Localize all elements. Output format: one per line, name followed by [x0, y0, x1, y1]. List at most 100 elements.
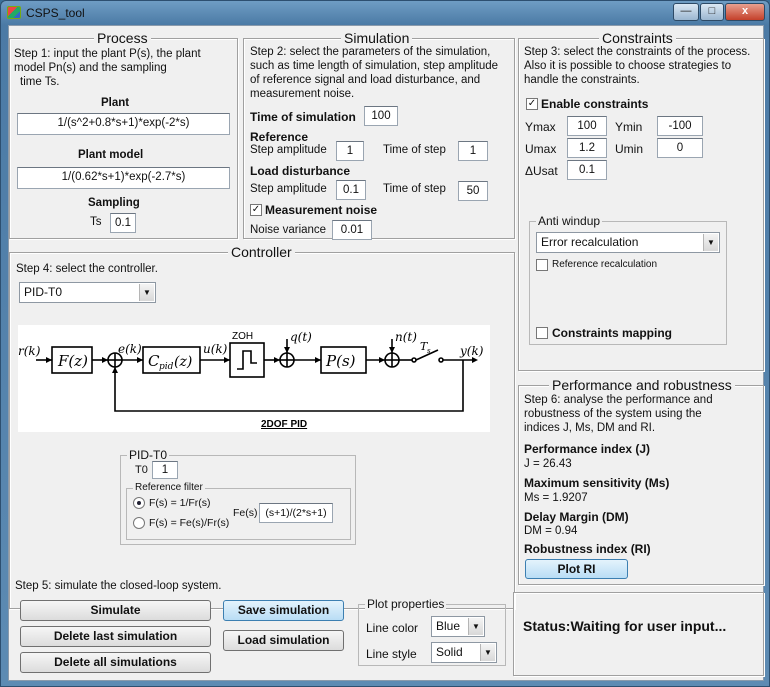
- line-color-select[interactable]: Blue ▼: [431, 616, 485, 637]
- diagram-caption: 2DOF PID: [261, 419, 307, 430]
- line-color-label: Line color: [366, 621, 419, 635]
- umax-input[interactable]: 1.2: [567, 138, 607, 158]
- umin-input[interactable]: 0: [657, 138, 703, 158]
- filter-option-2-label: F(s) = Fe(s)/Fr(s): [149, 517, 230, 529]
- step1-line1: Step 1: input the plant P(s), the plant: [14, 48, 201, 60]
- load-simulation-button[interactable]: Load simulation: [223, 630, 344, 651]
- step2-line4: measurement noise.: [250, 88, 355, 100]
- chevron-down-icon: ▼: [480, 644, 495, 661]
- window-title: CSPS_tool: [26, 6, 85, 20]
- pid-t0-group: PID-T0 T0 1 Reference filter F(s) = 1/Fr…: [120, 448, 356, 545]
- chevron-down-icon: ▼: [703, 234, 718, 251]
- enable-constraints-label: Enable constraints: [541, 97, 649, 111]
- robustness-index-title: Robustness index (RI): [524, 542, 651, 556]
- filter-option-2-radio[interactable]: [133, 517, 145, 529]
- step3-line1: Step 3: select the constraints of the pr…: [524, 46, 751, 58]
- step2-line3: of reference signal and load disturbance…: [250, 74, 481, 86]
- process-title: Process: [94, 30, 151, 46]
- ymax-label: Ymax: [525, 120, 556, 134]
- line-style-value: Solid: [436, 645, 463, 659]
- max-sensitivity-title: Maximum sensitivity (Ms): [524, 476, 670, 490]
- constraints-mapping-checkbox[interactable]: [536, 327, 548, 339]
- measurement-noise-checkbox[interactable]: ✓: [250, 204, 262, 216]
- ymin-label: Ymin: [615, 120, 643, 134]
- ref-step-amplitude-input[interactable]: 1: [336, 141, 364, 161]
- performance-title: Performance and robustness: [549, 377, 735, 393]
- ymax-input[interactable]: 100: [567, 116, 607, 136]
- signal-n: n(t): [395, 330, 417, 344]
- delete-last-simulation-button[interactable]: Delete last simulation: [20, 626, 211, 647]
- step1-line2: model Pn(s) and the sampling: [14, 62, 167, 74]
- status-panel: Status:Waiting for user input...: [513, 592, 764, 676]
- filter-option-1-radio[interactable]: [133, 497, 145, 509]
- line-style-select[interactable]: Solid ▼: [431, 642, 497, 663]
- constraints-mapping-label: Constraints mapping: [552, 326, 673, 340]
- signal-r: r(k): [18, 344, 41, 358]
- ymin-input[interactable]: -100: [657, 116, 703, 136]
- anti-windup-group: Anti windup Error recalculation ▼ Refere…: [529, 214, 727, 345]
- dusat-input[interactable]: 0.1: [567, 160, 607, 180]
- block-c-arg: (z): [174, 354, 192, 370]
- step3-line2: Also it is possible to choose strategies…: [524, 60, 732, 72]
- reference-label: Reference: [250, 130, 309, 144]
- dusat-label: ΔUsat: [525, 164, 558, 178]
- step2-line1: Step 2: select the parameters of the sim…: [250, 46, 491, 58]
- step6-line1: Step 6: analyse the performance and: [524, 394, 713, 406]
- load-step-amplitude-input[interactable]: 0.1: [336, 180, 366, 200]
- ref-time-of-step-input[interactable]: 1: [458, 141, 488, 161]
- plant-input[interactable]: 1/(s^2+0.8*s+1)*exp(-2*s): [17, 113, 230, 135]
- close-button[interactable]: x: [725, 3, 765, 21]
- ref-time-of-step-label: Time of step: [383, 144, 446, 156]
- simulate-button[interactable]: Simulate: [20, 600, 211, 621]
- anti-windup-select[interactable]: Error recalculation ▼: [536, 232, 720, 253]
- time-of-simulation-input[interactable]: 100: [364, 106, 398, 126]
- main-client-area: Process Step 1: input the plant P(s), th…: [8, 25, 764, 681]
- load-disturbance-label: Load disturbance: [250, 164, 351, 178]
- t0-label: T0: [135, 464, 148, 476]
- ts-input[interactable]: 0.1: [110, 213, 136, 233]
- plot-properties-title: Plot properties: [365, 597, 447, 611]
- plot-ri-button[interactable]: Plot RI: [525, 559, 628, 579]
- step4-label: Step 4: select the controller.: [16, 263, 158, 275]
- time-of-simulation-label: Time of simulation: [250, 110, 356, 124]
- plant-model-label: Plant model: [78, 149, 144, 161]
- controller-select[interactable]: PID-T0 ▼: [19, 282, 156, 303]
- process-panel: Process Step 1: input the plant P(s), th…: [9, 30, 238, 239]
- pid-t0-title: PID-T0: [127, 448, 170, 462]
- plant-model-input[interactable]: 1/(0.62*s+1)*exp(-2.7*s): [17, 167, 230, 189]
- app-window: CSPS_tool — □ x Process Step 1: input th…: [0, 0, 770, 687]
- controller-panel: Controller Step 4: select the controller…: [9, 244, 515, 609]
- delay-margin-value: DM = 0.94: [524, 525, 578, 537]
- constraints-title: Constraints: [599, 30, 676, 46]
- step3-line3: handle the constraints.: [524, 74, 640, 86]
- noise-variance-label: Noise variance: [250, 224, 327, 236]
- ts-label: Ts: [90, 216, 102, 228]
- filter-option-1-label: F(s) = 1/Fr(s): [149, 497, 211, 509]
- maximize-button[interactable]: □: [700, 3, 724, 21]
- step6-line2: robustness of the system using the: [524, 408, 702, 420]
- measurement-noise-label: Measurement noise: [265, 203, 378, 217]
- delay-margin-title: Delay Margin (DM): [524, 510, 629, 524]
- zoh-label: ZOH: [232, 331, 253, 342]
- load-time-of-step-input[interactable]: 50: [458, 181, 488, 201]
- simulation-panel: Simulation Step 2: select the parameters…: [243, 30, 515, 240]
- reference-filter-group: Reference filter F(s) = 1/Fr(s) F(s) = F…: [126, 482, 351, 540]
- line-color-value: Blue: [436, 619, 461, 633]
- reference-recalculation-checkbox[interactable]: [536, 259, 548, 271]
- load-time-of-step-label: Time of step: [383, 183, 446, 195]
- t0-input[interactable]: 1: [152, 461, 178, 479]
- signal-y: y(k): [459, 344, 484, 358]
- simulation-title: Simulation: [341, 30, 413, 46]
- anti-windup-value: Error recalculation: [541, 235, 639, 249]
- minimize-button[interactable]: —: [673, 3, 699, 21]
- delete-all-simulations-button[interactable]: Delete all simulations: [20, 652, 211, 673]
- fe-input[interactable]: (s+1)/(2*s+1): [259, 503, 333, 523]
- block-c-sub: pid: [159, 362, 174, 372]
- enable-constraints-checkbox[interactable]: ✓: [526, 98, 538, 110]
- noise-variance-input[interactable]: 0.01: [332, 220, 372, 240]
- save-simulation-button[interactable]: Save simulation: [223, 600, 344, 621]
- reference-filter-title: Reference filter: [133, 482, 205, 493]
- title-bar: CSPS_tool — □ x: [1, 1, 769, 25]
- constraints-panel: Constraints Step 3: select the constrain…: [518, 30, 764, 371]
- sample-s: s: [427, 347, 431, 355]
